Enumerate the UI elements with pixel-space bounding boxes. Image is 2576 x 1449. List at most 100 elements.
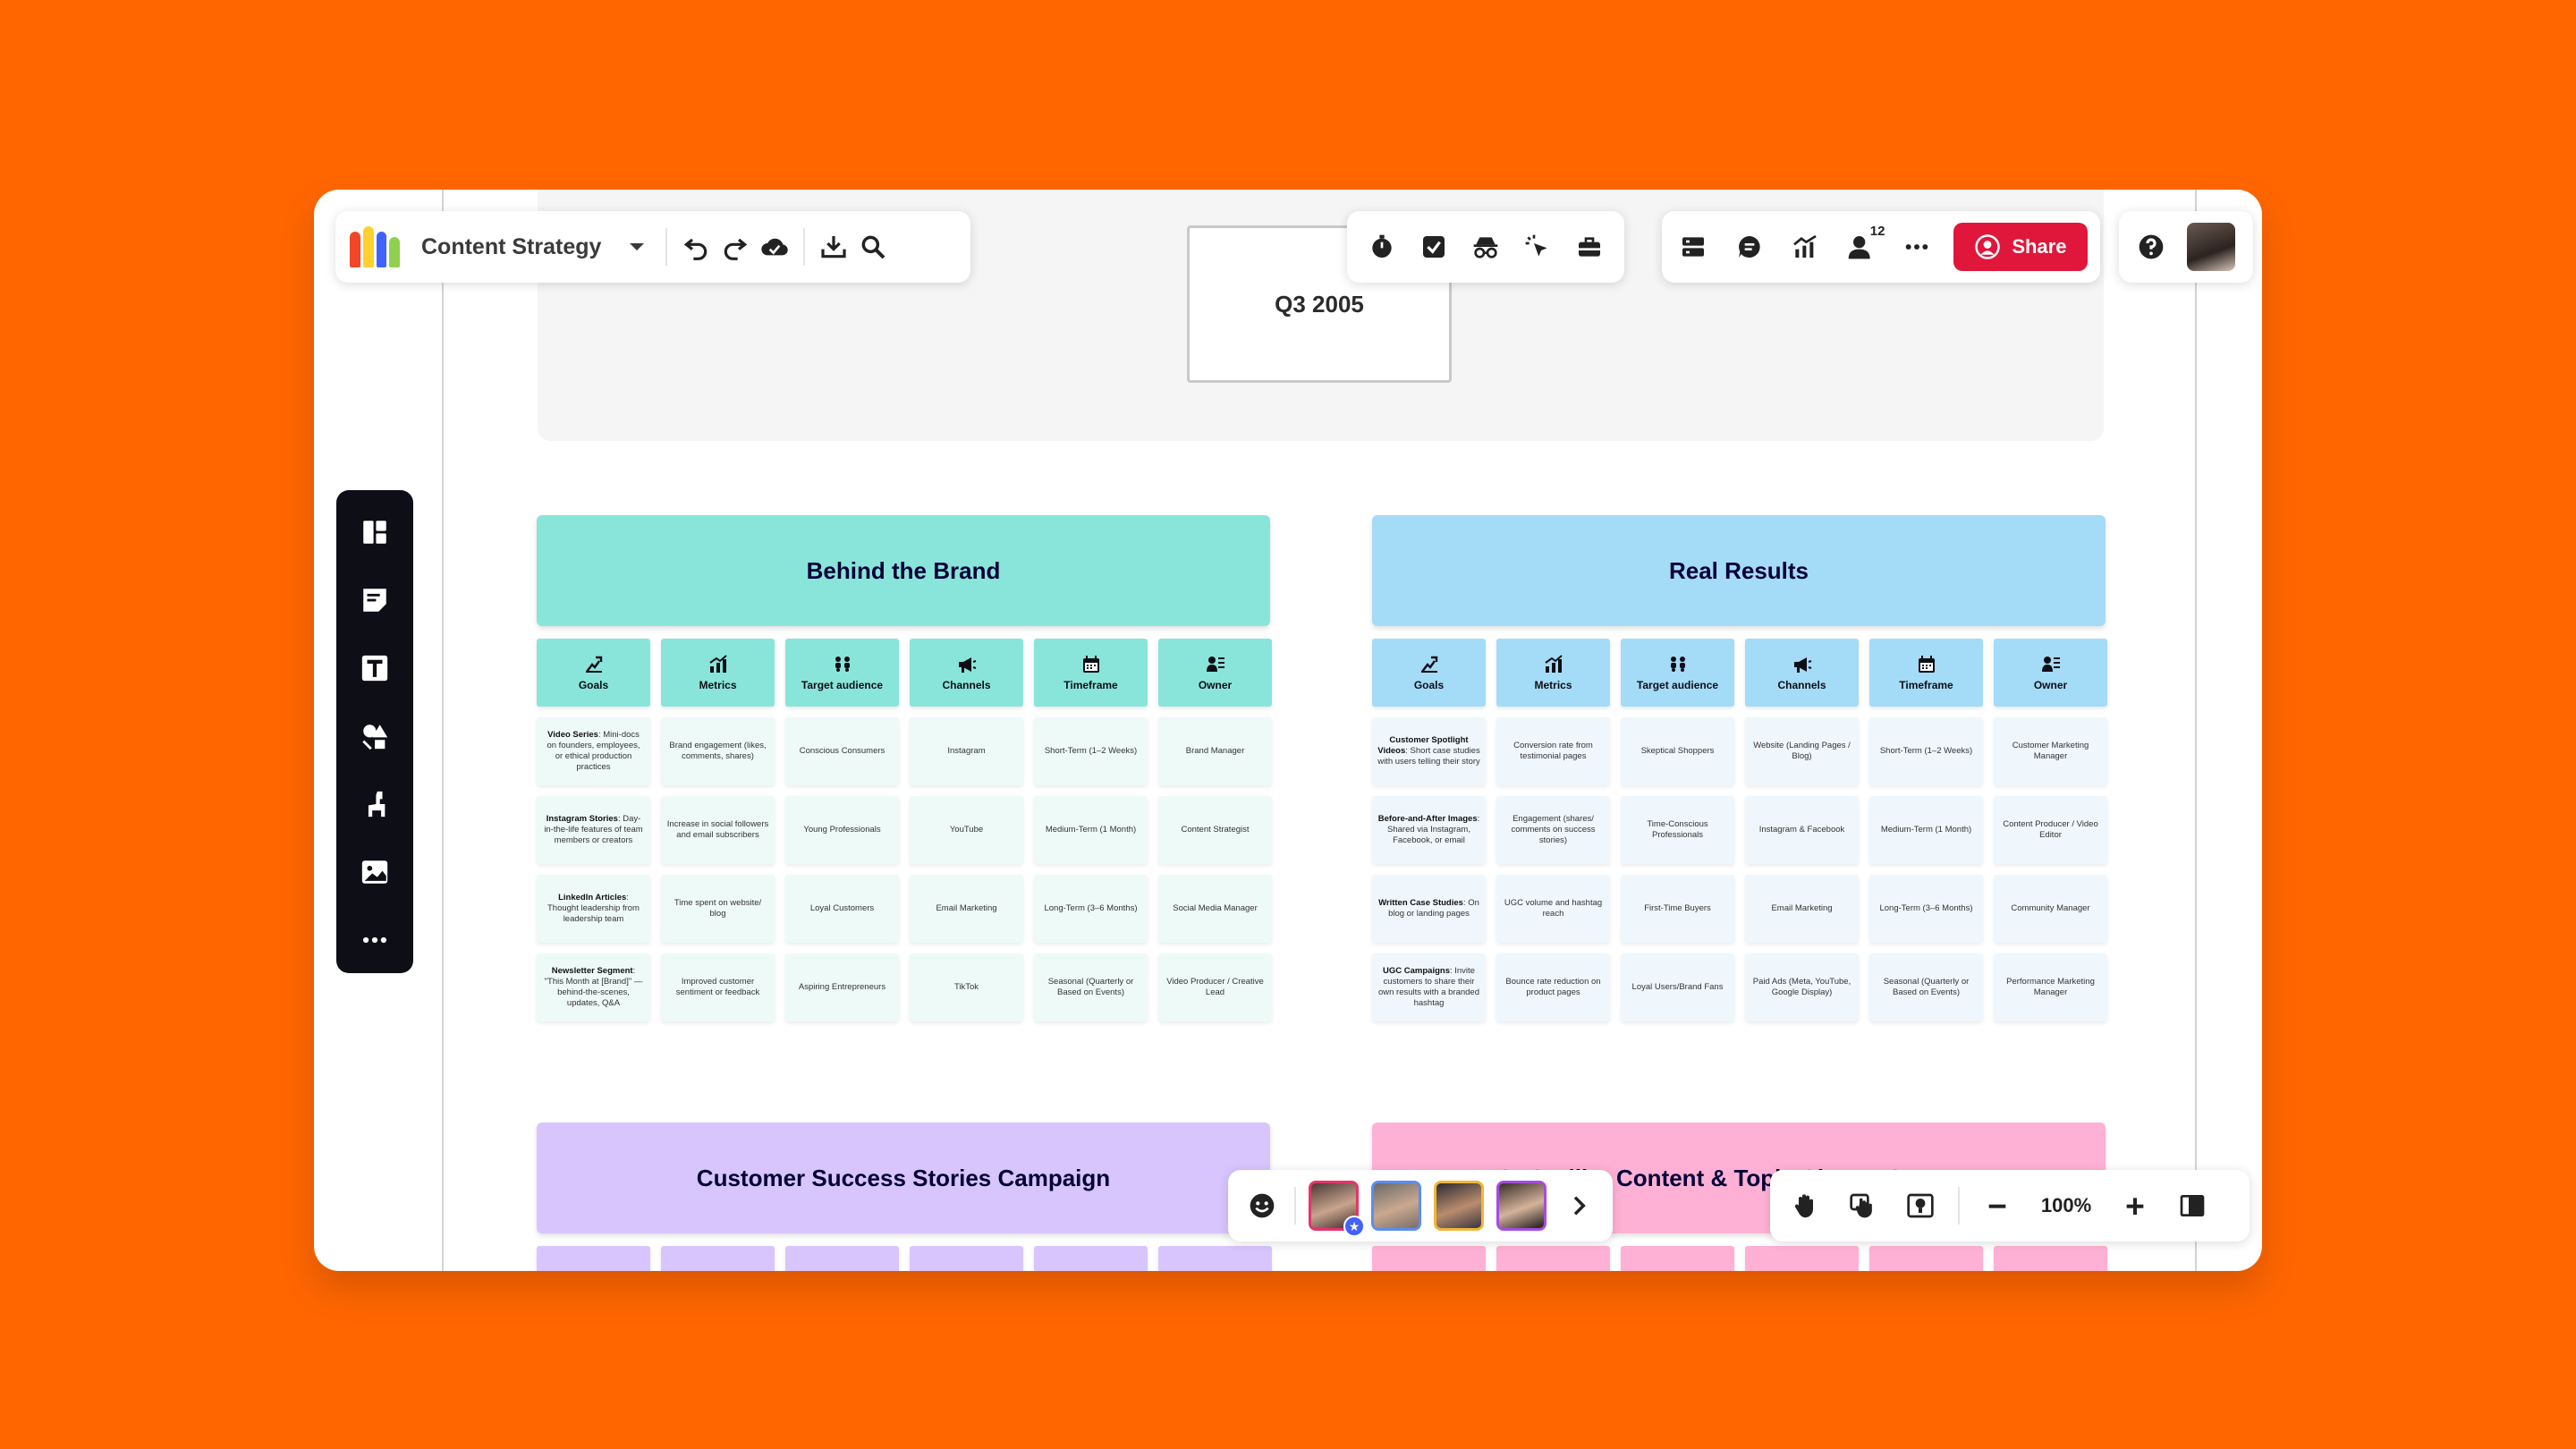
column-metrics[interactable] [661,1246,775,1271]
table-cell[interactable]: UGC volume and hashtag reach [1496,875,1610,943]
column-owner[interactable] [1158,1246,1272,1271]
column-channels[interactable]: Channels [910,639,1023,707]
table-cell[interactable]: Paid Ads (Meta, YouTube, Google Display) [1745,953,1859,1021]
table-cell[interactable]: YouTube [910,796,1023,864]
share-button[interactable]: Share [1953,223,2088,271]
collaborator-avatar[interactable] [1496,1181,1546,1231]
export-icon[interactable] [814,227,853,267]
table-cell[interactable]: First-Time Buyers [1621,875,1734,943]
column-metrics[interactable]: Metrics [661,639,775,707]
more-tools-icon[interactable] [349,914,401,966]
help-icon[interactable] [2131,227,2171,267]
column-target-audience[interactable]: Target audience [785,639,899,707]
activity-chart-icon[interactable] [1786,227,1824,267]
table-cell[interactable]: Social Media Manager [1158,875,1272,943]
column-owner[interactable] [1994,1246,2107,1271]
collaborator-avatar[interactable] [1434,1181,1484,1231]
table-cell[interactable]: Seasonal (Quarterly or Based on Events) [1034,953,1148,1021]
table-cell[interactable]: Video Series: Mini-docs on founders, emp… [537,717,650,785]
column-timeframe[interactable] [1034,1246,1148,1271]
table-cell[interactable]: Time-Conscious Professionals [1621,796,1734,864]
table-cell[interactable]: Written Case Studies: On blog or landing… [1372,875,1486,943]
image-upload-icon[interactable] [349,846,401,898]
table-cell[interactable]: Loyal Customers [785,875,899,943]
column-target-audience[interactable] [785,1246,899,1271]
chevron-right-icon[interactable] [1559,1186,1598,1225]
table-cell[interactable]: Time spent on website/ blog [661,875,775,943]
shapes-icon[interactable] [349,710,401,762]
column-owner[interactable]: Owner [1158,639,1272,707]
column-owner[interactable]: Owner [1994,639,2107,707]
presentation-mode-icon[interactable] [1843,1186,1883,1225]
table-cell[interactable]: Seasonal (Quarterly or Based on Events) [1869,953,1983,1021]
table-cell[interactable]: TikTok [910,953,1023,1021]
table-cell[interactable]: Skeptical Shoppers [1621,717,1734,785]
zoom-out-icon[interactable] [1978,1186,2017,1225]
column-target-audience[interactable] [1621,1246,1734,1271]
section-header[interactable]: Behind the Brand [537,515,1270,626]
table-cell[interactable]: Before-and-After Images: Shared via Inst… [1372,796,1486,864]
table-cell[interactable]: Website (Landing Pages / Blog) [1745,717,1859,785]
table-cell[interactable]: Content Strategist [1158,796,1272,864]
toolbox-icon[interactable] [1570,227,1609,267]
llama-icon[interactable] [349,778,401,830]
redo-icon[interactable] [716,227,755,267]
column-goals[interactable]: Goals [537,639,650,707]
sticky-note-icon[interactable] [349,574,401,626]
column-metrics[interactable] [1496,1246,1610,1271]
minimap-toggle-icon[interactable] [2173,1186,2212,1225]
reaction-icon[interactable] [1242,1186,1282,1225]
checklist-icon[interactable] [1414,227,1453,267]
text-icon[interactable] [349,642,401,694]
column-goals[interactable] [1372,1246,1486,1271]
table-cell[interactable]: LinkedIn Articles: Thought leadership fr… [537,875,650,943]
zoom-in-icon[interactable] [2115,1186,2155,1225]
table-cell[interactable]: Content Producer / Video Editor [1994,796,2107,864]
table-cell[interactable]: Brand Manager [1158,717,1272,785]
table-cell[interactable]: Bounce rate reduction on product pages [1496,953,1610,1021]
column-timeframe[interactable]: Timeframe [1869,639,1983,707]
column-channels[interactable] [1745,1246,1859,1271]
board-menu-chevron-icon[interactable] [617,227,657,267]
table-cell[interactable]: Long-Term (3–6 Months) [1034,875,1148,943]
table-cell[interactable]: Customer Marketing Manager [1994,717,2107,785]
zoom-level[interactable]: 100% [2035,1194,2097,1217]
table-cell[interactable]: Community Manager [1994,875,2107,943]
table-cell[interactable]: Aspiring Entrepreneurs [785,953,899,1021]
table-cell[interactable]: Short-Term (1–2 Weeks) [1034,717,1148,785]
table-cell[interactable]: Instagram Stories: Day-in-the-life featu… [537,796,650,864]
section-header[interactable]: Customer Success Stories Campaign [537,1123,1270,1233]
table-cell[interactable]: Young Professionals [785,796,899,864]
table-cell[interactable]: Short-Term (1–2 Weeks) [1869,717,1983,785]
table-cell[interactable]: Conversion rate from testimonial pages [1496,717,1610,785]
table-cell[interactable]: Email Marketing [1745,875,1859,943]
templates-icon[interactable] [349,506,401,558]
cards-icon[interactable] [1674,227,1712,267]
column-timeframe[interactable] [1869,1246,1983,1271]
table-cell[interactable]: Customer Spotlight Videos: Short case st… [1372,717,1486,785]
column-channels[interactable] [910,1246,1023,1271]
table-cell[interactable]: Instagram & Facebook [1745,796,1859,864]
table-cell[interactable]: Long-Term (3–6 Months) [1869,875,1983,943]
more-options-icon[interactable] [1897,227,1935,267]
table-cell[interactable]: Improved customer sentiment or feedback [661,953,775,1021]
participants-icon[interactable]: 12 [1842,224,1885,267]
table-cell[interactable]: Increase in social followers and email s… [661,796,775,864]
table-cell[interactable]: Loyal Users/Brand Fans [1621,953,1734,1021]
timer-icon[interactable] [1362,227,1402,267]
search-icon[interactable] [853,227,893,267]
column-goals[interactable]: Goals [1372,639,1486,707]
miro-logo-icon[interactable] [350,226,400,267]
column-timeframe[interactable]: Timeframe [1034,639,1148,707]
table-cell[interactable]: Email Marketing [910,875,1023,943]
table-cell[interactable]: Brand engagement (likes, comments, share… [661,717,775,785]
user-avatar[interactable] [2187,223,2235,271]
section-header[interactable]: Real Results [1372,515,2106,626]
table-cell[interactable]: Conscious Consumers [785,717,899,785]
table-cell[interactable]: Performance Marketing Manager [1994,953,2107,1021]
comments-icon[interactable] [1730,227,1767,267]
table-cell[interactable]: UGC Campaigns: Invite customers to share… [1372,953,1486,1021]
board-title[interactable]: Content Strategy [421,234,601,260]
table-cell[interactable]: Newsletter Segment: "This Month at [Bran… [537,953,650,1021]
column-metrics[interactable]: Metrics [1496,639,1610,707]
